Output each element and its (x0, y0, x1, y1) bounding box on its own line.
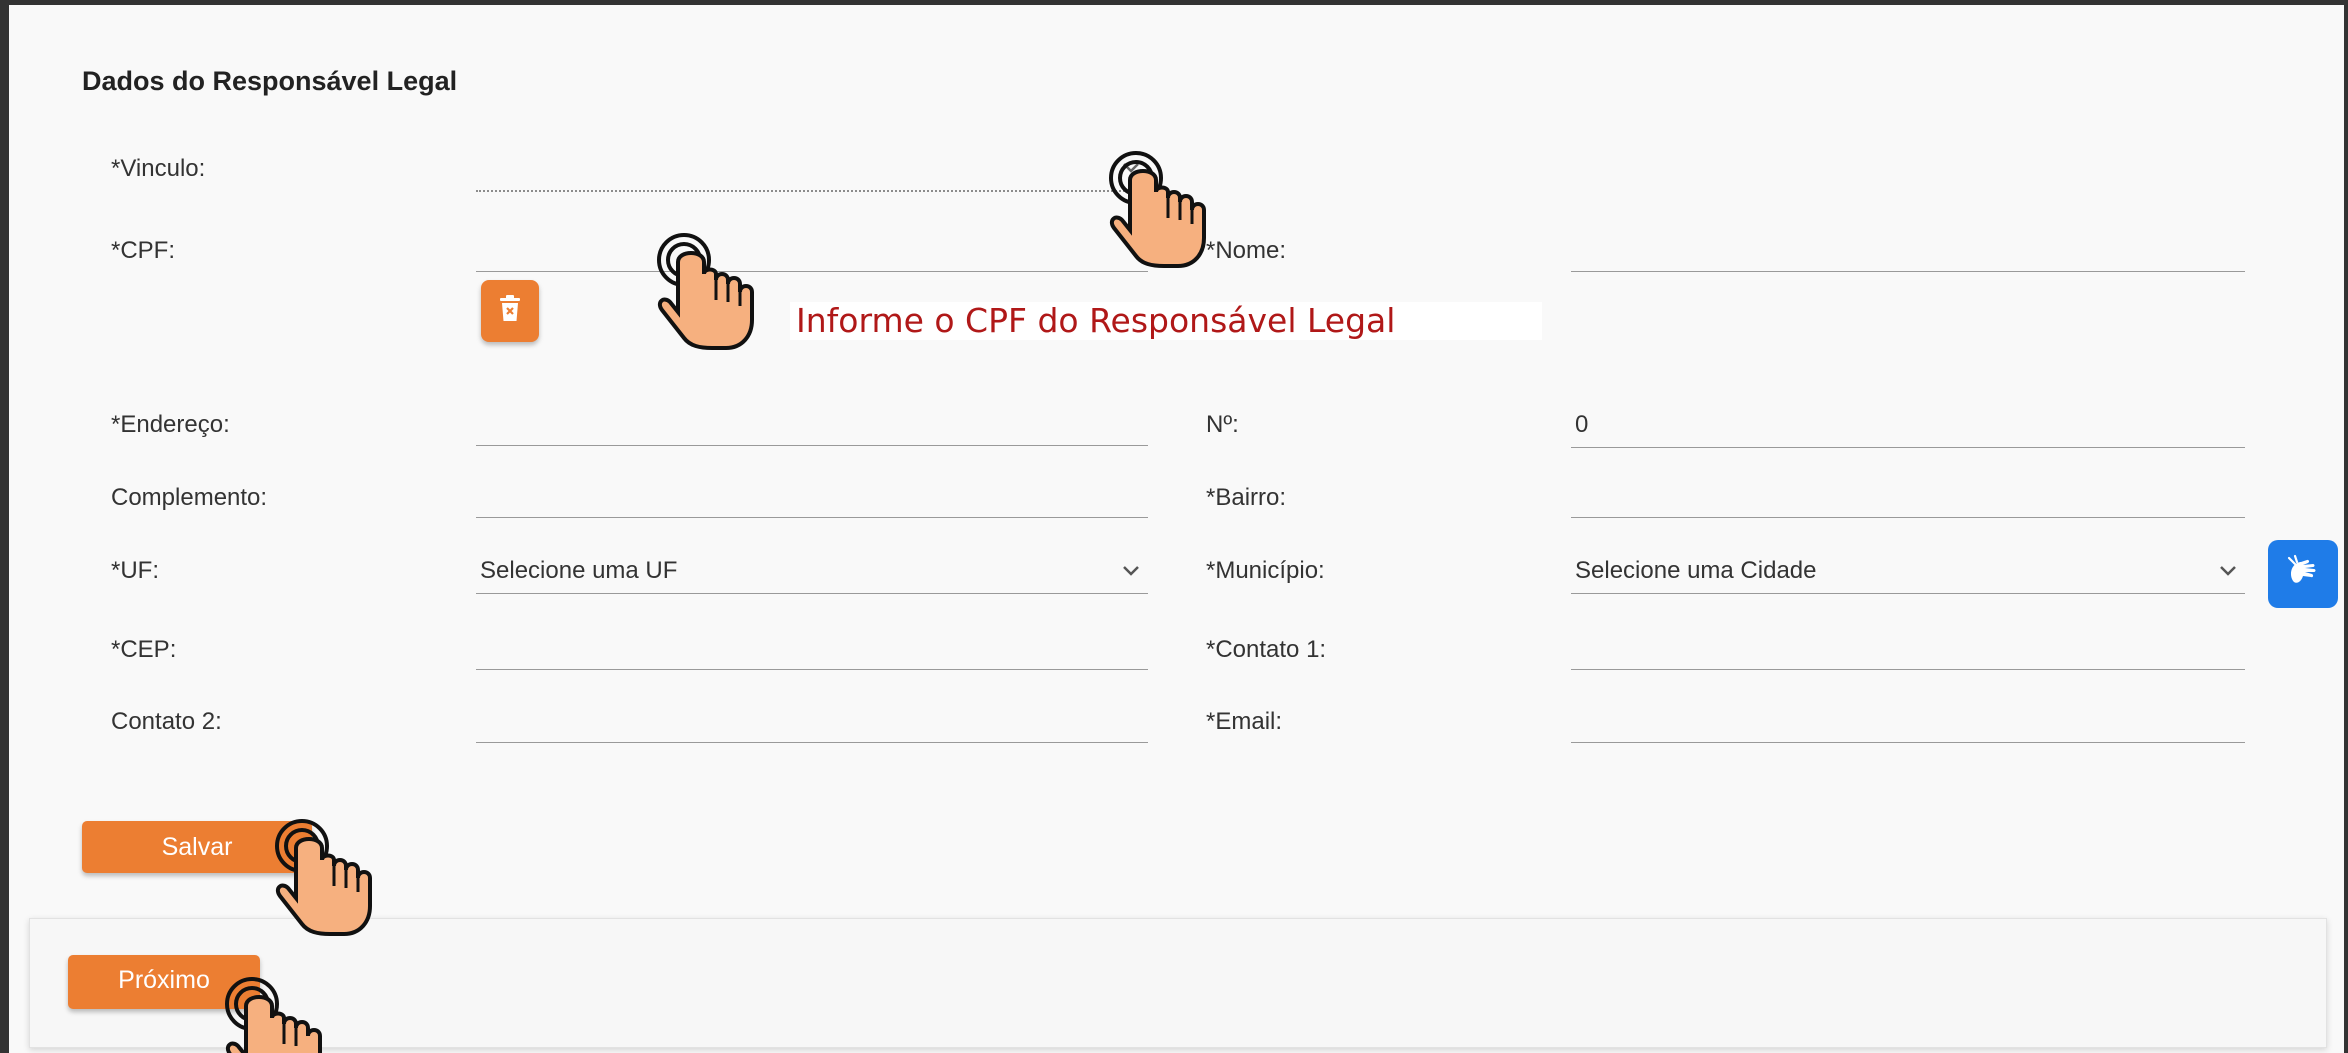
complemento-label: Complemento: (111, 484, 268, 511)
municipio-label: *Município: (1206, 557, 1325, 584)
bairro-input[interactable] (1571, 472, 2245, 518)
cep-input[interactable] (476, 624, 1148, 670)
cpf-label: *CPF: (111, 237, 176, 264)
bairro-label: *Bairro: (1206, 484, 1287, 511)
sign-language-button[interactable] (2268, 540, 2338, 608)
municipio-selected-value: Selecione uma Cidade (1575, 556, 1817, 584)
numero-input[interactable]: 0 (1571, 402, 2245, 448)
endereco-label: *Endereço: (111, 411, 230, 438)
chevron-down-icon (1120, 560, 1142, 582)
contato2-label: Contato 2: (111, 708, 222, 735)
municipio-select[interactable]: Selecione uma Cidade (1571, 548, 2245, 594)
cpf-hint-text: Informe o CPF do Responsável Legal (790, 302, 1542, 340)
vinculo-label: *Vinculo: (111, 155, 206, 182)
nome-label: *Nome: (1206, 237, 1287, 264)
sign-language-icon (2283, 552, 2323, 597)
delete-cpf-button[interactable] (481, 280, 539, 342)
numero-label: Nº: (1206, 411, 1239, 438)
vinculo-select[interactable] (476, 146, 1148, 192)
complemento-input[interactable] (476, 472, 1148, 518)
uf-select[interactable]: Selecione uma UF (476, 548, 1148, 594)
contato1-input[interactable] (1571, 624, 2245, 670)
chevron-down-icon (2217, 560, 2239, 582)
email-label: *Email: (1206, 708, 1283, 735)
hand-pointer-icon (275, 819, 372, 936)
hand-pointer-icon (657, 233, 754, 350)
cep-label: *CEP: (111, 636, 177, 663)
email-input[interactable] (1571, 697, 2245, 743)
contato1-label: *Contato 1: (1206, 636, 1327, 663)
section-title: Dados do Responsável Legal (82, 66, 458, 96)
hand-pointer-icon (225, 977, 322, 1053)
contato2-input[interactable] (476, 697, 1148, 743)
uf-label: *UF: (111, 557, 159, 584)
uf-selected-value: Selecione uma UF (480, 556, 678, 584)
hand-pointer-icon (1109, 151, 1206, 268)
trash-icon (498, 294, 522, 328)
cpf-input[interactable] (476, 226, 1148, 272)
endereco-input[interactable] (476, 400, 1148, 446)
nome-input[interactable] (1571, 226, 2245, 272)
